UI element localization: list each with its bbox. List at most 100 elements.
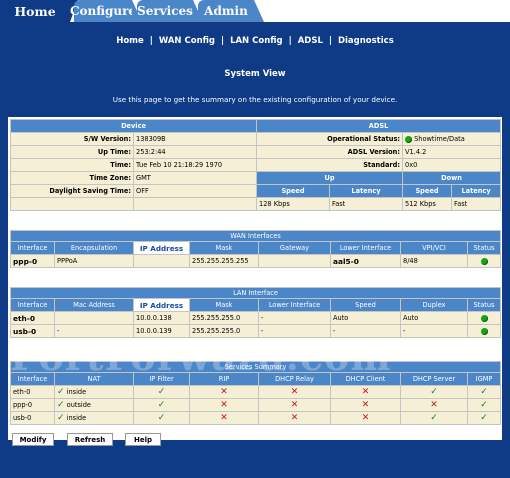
lan-interface-cell: eth-0 xyxy=(10,311,55,325)
up-latency-value: Fast xyxy=(329,197,404,211)
adsl-version-value: V1.4.2 xyxy=(402,145,502,159)
svc-col-dhcp-relay: DHCP Relay xyxy=(258,372,331,386)
operational-status-label: Operational Status: xyxy=(256,132,404,146)
lan-ip-cell: 10.0.0.138 xyxy=(133,311,190,325)
svc-dhcp-relay-cell: ✕ xyxy=(258,385,331,399)
lan-duplex-cell: - xyxy=(400,324,468,338)
adsl-up-header: Up xyxy=(256,171,404,185)
daylight-saving-label: Daylight Saving Time: xyxy=(10,184,134,198)
lan-mac-cell: - xyxy=(54,324,134,338)
nat-value: outside xyxy=(66,400,91,409)
status-up-icon xyxy=(405,135,413,143)
sw-version-label: S/W Version: xyxy=(10,132,134,146)
device-header: Device xyxy=(9,119,258,133)
check-icon: ✓ xyxy=(480,386,488,397)
cross-icon: ✕ xyxy=(220,412,228,423)
operational-status-value: Showtime/Data xyxy=(402,132,502,146)
svc-igmp-cell: ✓ xyxy=(466,385,502,399)
subnav-separator: | xyxy=(288,36,292,46)
svc-col-dhcp-client: DHCP Client xyxy=(330,372,401,386)
summary-panel: Device ADSL S/W Version: 138309B Operati… xyxy=(8,117,502,440)
tab-configure[interactable]: Configure xyxy=(70,0,142,22)
svc-dhcp-server-cell: ✓ xyxy=(400,385,468,399)
down-latency-value: Fast xyxy=(451,197,502,211)
svc-ip-filter-cell: ✓ xyxy=(133,398,190,412)
subnav-diagnostics[interactable]: Diagnostics xyxy=(338,36,394,46)
svc-rip-cell: ✕ xyxy=(189,411,259,425)
modify-button[interactable]: Modify xyxy=(12,433,54,446)
help-button[interactable]: Help xyxy=(125,433,161,446)
subnav-lan-config[interactable]: LAN Config xyxy=(230,36,283,46)
subnav-wan-config[interactable]: WAN Config xyxy=(159,36,215,46)
services-summary-table: Services Summary Interface NAT IP Filter… xyxy=(9,361,502,425)
subnav-separator: | xyxy=(328,36,332,46)
svc-dhcp-client-cell: ✕ xyxy=(330,385,401,399)
lan-speed-cell: Auto xyxy=(330,311,401,325)
operational-status-text: Showtime/Data xyxy=(414,135,465,143)
svc-dhcp-server-cell: ✓ xyxy=(400,411,468,425)
wan-interfaces-table: WAN Interfaces Interface Encapsulation I… xyxy=(9,230,502,268)
services-section-title: Services Summary xyxy=(9,361,502,373)
wan-ip-cell xyxy=(133,254,190,268)
nat-value: inside xyxy=(66,387,87,396)
wan-mask-cell: 255.255.255.255 xyxy=(189,254,259,268)
page-title: System View xyxy=(224,69,286,79)
lan-lower-interface-cell: - xyxy=(258,311,331,325)
cross-icon: ✕ xyxy=(220,386,228,397)
wan-col-mask: Mask xyxy=(189,241,259,255)
cross-icon: ✕ xyxy=(361,399,370,410)
check-icon: ✓ xyxy=(480,399,488,410)
tab-home[interactable]: Home xyxy=(0,0,78,22)
check-icon: ✓ xyxy=(480,412,488,423)
wan-status-cell xyxy=(466,254,502,268)
check-icon: ✓ xyxy=(157,399,166,410)
check-icon: ✓ xyxy=(430,386,438,397)
check-icon: ✓ xyxy=(57,386,65,397)
lan-status-cell xyxy=(466,311,502,325)
svc-dhcp-server-cell: ✕ xyxy=(400,398,468,412)
wan-col-ip-address: IP Address xyxy=(133,241,190,255)
down-speed-value: 512 Kbps xyxy=(402,197,453,211)
down-latency-header: Latency xyxy=(451,184,502,198)
lan-col-mac-address: Mac Address xyxy=(54,298,134,312)
svc-ip-filter-cell: ✓ xyxy=(133,385,190,399)
svc-col-igmp: IGMP xyxy=(466,372,502,386)
wan-vpi-vci-cell: 8/48 xyxy=(400,254,468,268)
lan-col-lower-interface: Lower Interface xyxy=(258,298,331,312)
wan-section-title: WAN Interfaces xyxy=(9,230,502,242)
subnav-home[interactable]: Home xyxy=(116,36,144,46)
svc-nat-cell: ✓ inside xyxy=(54,411,134,425)
svc-col-interface: Interface xyxy=(10,372,55,386)
time-label: Time: xyxy=(10,158,134,172)
svc-col-ip-filter: IP Filter xyxy=(133,372,190,386)
wan-col-lower-interface: Lower Interface xyxy=(330,241,401,255)
refresh-button[interactable]: Refresh xyxy=(67,433,113,446)
svc-ip-filter-cell: ✓ xyxy=(133,411,190,425)
lan-duplex-cell: Auto xyxy=(400,311,468,325)
cross-icon: ✕ xyxy=(290,386,299,397)
lan-col-ip-address: IP Address xyxy=(133,298,190,312)
subnav-adsl[interactable]: ADSL xyxy=(298,36,323,46)
check-icon: ✓ xyxy=(57,412,65,423)
tab-services[interactable]: Services xyxy=(137,0,203,22)
svc-col-nat: NAT xyxy=(54,372,134,386)
table-row: eth-0 10.0.0.138 255.255.255.0 - Auto Au… xyxy=(10,311,502,325)
cross-icon: ✕ xyxy=(290,399,299,410)
up-time-label: Up Time: xyxy=(10,145,134,159)
lan-col-mask: Mask xyxy=(189,298,259,312)
adsl-down-header: Down xyxy=(402,171,502,185)
wan-gateway-cell xyxy=(258,254,331,268)
cross-icon: ✕ xyxy=(290,412,299,423)
lan-section-title: LAN Interface xyxy=(9,287,502,299)
svc-col-rip: RIP xyxy=(189,372,259,386)
check-icon: ✓ xyxy=(157,386,166,397)
svc-interface-cell: usb-0 xyxy=(10,411,55,425)
page-description: Use this page to get the summary on the … xyxy=(112,95,398,104)
check-icon: ✓ xyxy=(430,412,438,423)
device-blank-cell xyxy=(10,197,134,211)
up-time-value: 253:2:44 xyxy=(132,145,258,159)
wan-col-interface: Interface xyxy=(10,241,55,255)
services-rows: eth-0 ✓ inside ✓ ✕ ✕ ✕ ✓ ✓ ppp-0 ✓ outside ✓ ✕ ✕ ✕ ✕ ✓ u… xyxy=(10,385,502,425)
tab-admin[interactable]: Admin xyxy=(198,0,264,22)
sub-navigation: Home | WAN Config | LAN Config | ADSL | … xyxy=(0,36,510,46)
